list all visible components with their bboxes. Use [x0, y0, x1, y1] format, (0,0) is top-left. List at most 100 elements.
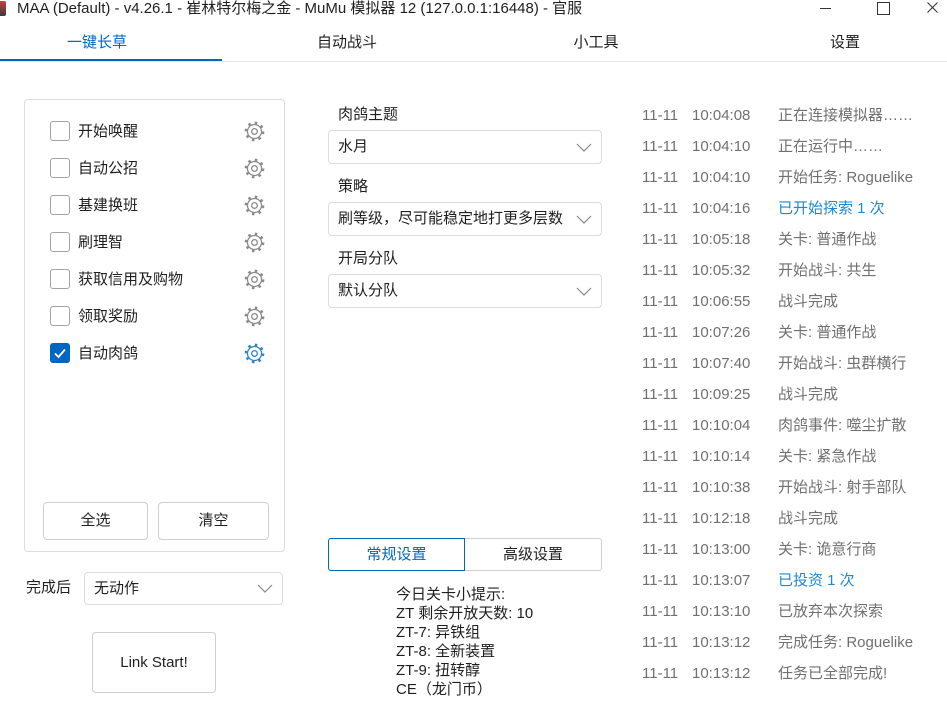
squad-dropdown[interactable]: 默认分队	[328, 274, 602, 308]
dropdown-value: 默认分队	[338, 282, 399, 299]
tab-farming[interactable]: 一键长草	[22, 33, 172, 53]
log-message: 开始任务: Roguelike	[778, 169, 914, 186]
task-roguelike[interactable]: 自动肉鸽	[25, 335, 284, 372]
log-time: 10:13:12	[692, 634, 751, 651]
checkmark-icon	[51, 344, 69, 362]
app-icon	[0, 1, 6, 16]
log-entry: 11-11 10:04:08 正在连接模拟器……	[642, 100, 947, 131]
chevron-down-icon	[576, 215, 592, 224]
gear-icon[interactable]	[244, 232, 265, 253]
log-date: 11-11	[642, 200, 679, 217]
log-message: 开始战斗: 虫群横行	[778, 355, 907, 372]
maximize-icon[interactable]	[867, 0, 897, 17]
tab-advanced-settings[interactable]: 高级设置	[464, 538, 602, 571]
task-credit-shop[interactable]: 获取信用及购物	[25, 261, 284, 298]
log-time: 10:10:04	[692, 417, 751, 434]
strategy-dropdown[interactable]: 刷等级，尽可能稳定地打更多层数	[328, 202, 602, 236]
squad-label: 开局分队	[338, 250, 399, 267]
task-checkbox[interactable]	[50, 269, 70, 289]
log-time: 10:04:10	[692, 169, 751, 186]
dropdown-value: 水月	[338, 138, 369, 155]
task-wakeup[interactable]: 开始唤醒	[25, 113, 284, 150]
log-message: 战斗完成	[778, 293, 839, 310]
log-date: 11-11	[642, 231, 679, 248]
log-date: 11-11	[642, 665, 679, 682]
log-time: 10:12:18	[692, 510, 751, 527]
log-date: 11-11	[642, 572, 679, 589]
log-date: 11-11	[642, 107, 679, 124]
task-label: 开始唤醒	[78, 123, 139, 140]
log-panel: 11-11 10:04:08 正在连接模拟器…… 11-11 10:04:10 正在运行…	[642, 100, 947, 689]
log-message: 任务已全部完成!	[778, 665, 888, 682]
task-label: 基建换班	[78, 197, 139, 214]
strategy-label: 策略	[338, 178, 369, 195]
log-entry: 11-11 10:10:04 肉鸽事件: 噬尘扩散	[642, 410, 947, 441]
task-rewards[interactable]: 领取奖励	[25, 298, 284, 335]
stage-tips: 今日关卡小提示: ZT 剩余开放天数: 10 ZT-7: 异铁组 ZT-8: 全…	[396, 585, 533, 699]
close-icon[interactable]	[917, 0, 947, 17]
gear-icon[interactable]	[244, 195, 265, 216]
task-label: 刷理智	[78, 234, 124, 251]
log-entry: 11-11 10:05:18 关卡: 普通作战	[642, 224, 947, 255]
task-infrast[interactable]: 基建换班	[25, 187, 284, 224]
log-date: 11-11	[642, 324, 679, 341]
log-entry: 11-11 10:05:32 开始战斗: 共生	[642, 255, 947, 286]
theme-dropdown[interactable]: 水月	[328, 130, 602, 164]
task-label: 自动公招	[78, 160, 139, 177]
task-sanity[interactable]: 刷理智	[25, 224, 284, 261]
log-date: 11-11	[642, 293, 679, 310]
gear-icon[interactable]	[244, 121, 265, 142]
task-checkbox[interactable]	[50, 195, 70, 215]
log-date: 11-11	[642, 634, 679, 651]
log-message: 关卡: 诡意行商	[778, 541, 877, 558]
log-entry: 11-11 10:13:12 完成任务: Roguelike	[642, 627, 947, 658]
minimize-icon[interactable]	[811, 0, 841, 17]
log-entry: 11-11 10:13:07 已投资 1 次	[642, 565, 947, 596]
log-date: 11-11	[642, 479, 679, 496]
tab-general-settings[interactable]: 常规设置	[328, 538, 465, 571]
log-time: 10:05:18	[692, 231, 751, 248]
select-all-button[interactable]: 全选	[43, 502, 148, 540]
tab-tools[interactable]: 小工具	[521, 33, 671, 53]
gear-icon[interactable]	[244, 158, 265, 179]
log-message: 关卡: 普通作战	[778, 324, 877, 341]
log-date: 11-11	[642, 386, 679, 403]
stage-tips-heading: 今日关卡小提示:	[396, 586, 506, 603]
log-entry: 11-11 10:04:16 已开始探索 1 次	[642, 193, 947, 224]
theme-label: 肉鸽主题	[338, 106, 399, 123]
dropdown-value: 无动作	[94, 580, 140, 597]
log-message: 已投资 1 次	[778, 572, 855, 589]
log-message: 完成任务: Roguelike	[778, 634, 914, 651]
tab-settings[interactable]: 设置	[770, 33, 920, 53]
after-completion-label: 完成后	[26, 579, 72, 596]
gear-icon[interactable]	[244, 306, 265, 327]
log-message: 战斗完成	[778, 510, 839, 527]
log-time: 10:13:07	[692, 572, 751, 589]
log-time: 10:10:14	[692, 448, 751, 465]
task-recruit[interactable]: 自动公招	[25, 150, 284, 187]
task-checkbox[interactable]	[50, 343, 70, 363]
log-time: 10:09:25	[692, 386, 751, 403]
clear-button[interactable]: 清空	[158, 502, 269, 540]
chevron-down-icon	[576, 287, 592, 296]
log-time: 10:07:40	[692, 355, 751, 372]
stage-tip-line: ZT-8: 全新装置	[396, 643, 496, 660]
log-time: 10:07:26	[692, 324, 751, 341]
log-entry: 11-11 10:09:25 战斗完成	[642, 379, 947, 410]
after-completion-dropdown[interactable]: 无动作	[84, 572, 283, 605]
log-message: 已放弃本次探索	[778, 603, 884, 620]
task-checkbox[interactable]	[50, 121, 70, 141]
log-date: 11-11	[642, 262, 679, 279]
log-date: 11-11	[642, 355, 679, 372]
link-start-button[interactable]: Link Start!	[92, 632, 216, 693]
log-entry: 11-11 10:10:38 开始战斗: 射手部队	[642, 472, 947, 503]
gear-icon[interactable]	[244, 343, 265, 364]
gear-icon[interactable]	[244, 269, 265, 290]
chevron-down-icon	[576, 143, 592, 152]
task-checkbox[interactable]	[50, 306, 70, 326]
task-checkbox[interactable]	[50, 232, 70, 252]
tab-auto-battle[interactable]: 自动战斗	[272, 33, 422, 53]
log-entry: 11-11 10:06:55 战斗完成	[642, 286, 947, 317]
dropdown-value: 刷等级，尽可能稳定地打更多层数	[338, 210, 564, 227]
task-checkbox[interactable]	[50, 158, 70, 178]
